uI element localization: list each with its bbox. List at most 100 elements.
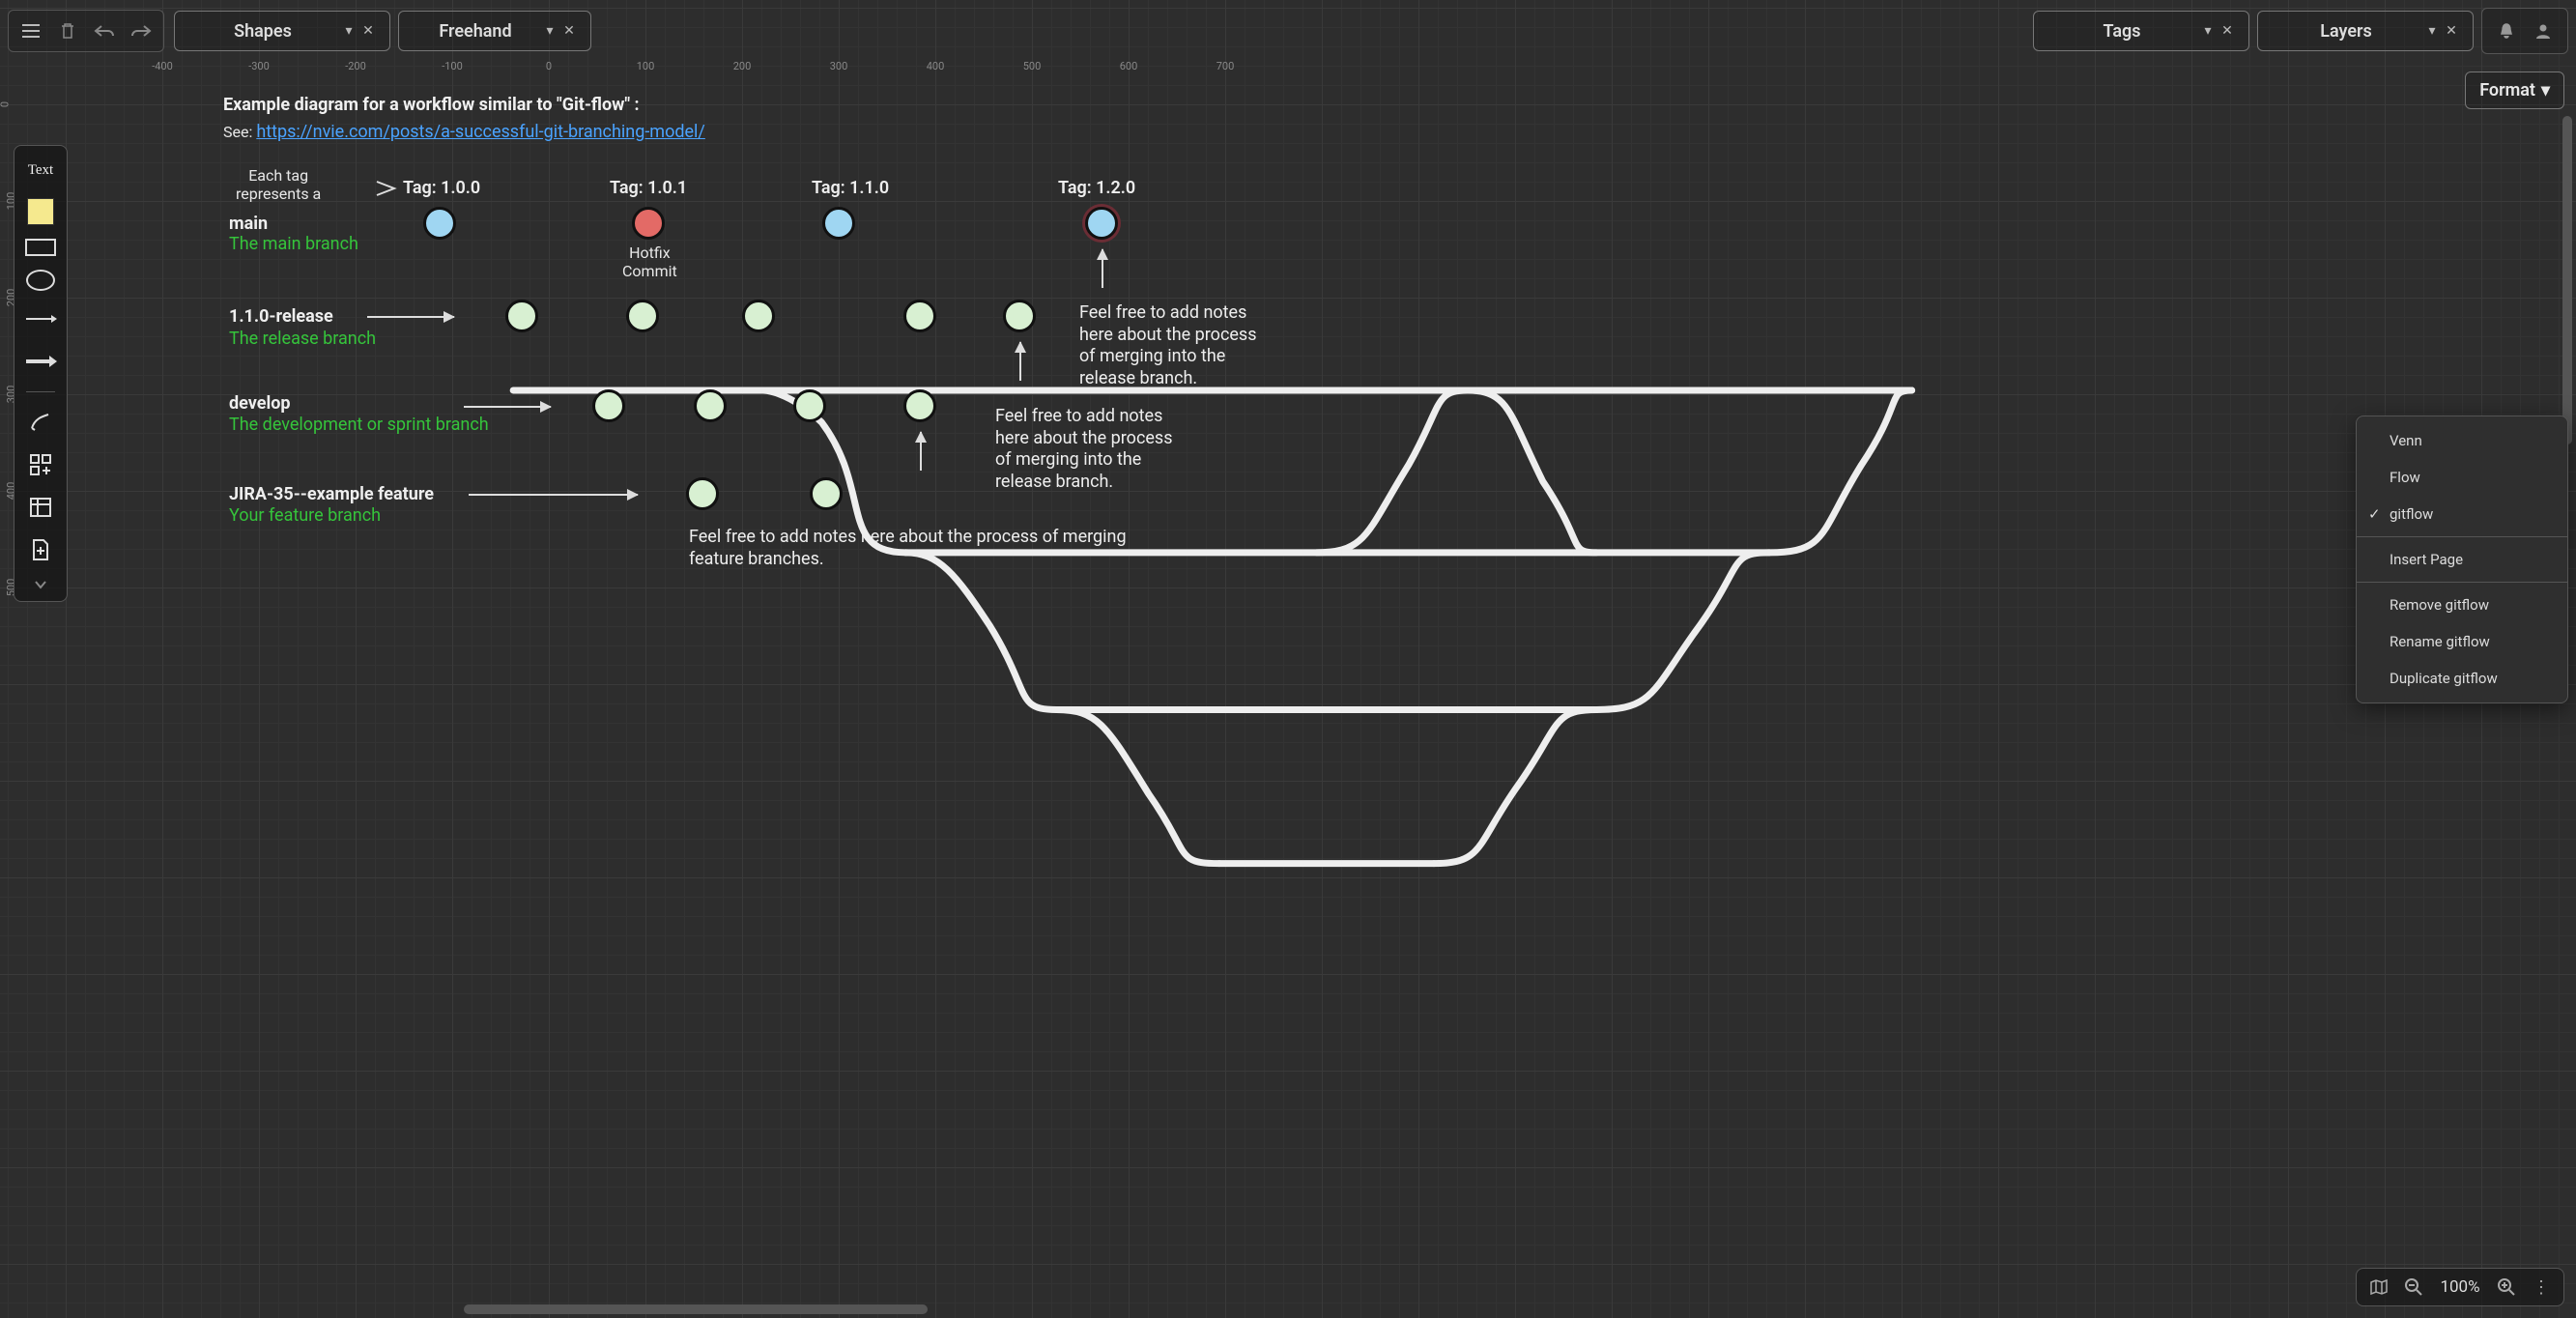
reference-link[interactable]: https://nvie.com/posts/a-successful-git-… [256, 122, 705, 142]
branch-feature-desc: Your feature branch [229, 505, 381, 526]
arrow-note-1 [1102, 249, 1103, 288]
chevron-down-icon: ▾ [540, 23, 559, 39]
format-button[interactable]: Format ▾ [2465, 72, 2564, 109]
arrow-thick-tool[interactable] [23, 347, 58, 376]
commit-hotfix[interactable] [632, 207, 665, 240]
tags-label: Tags [2046, 21, 2198, 42]
arrow-develop [464, 406, 551, 408]
branch-release-desc: The release branch [229, 329, 376, 349]
arrow-feature [469, 494, 638, 496]
branch-main-desc: The main branch [229, 234, 358, 254]
format-label: Format [2479, 80, 2535, 100]
bell-icon[interactable] [2488, 13, 2525, 49]
zoom-in-icon[interactable] [2494, 1275, 2519, 1300]
menu-divider [2357, 582, 2567, 583]
ruler-horizontal: -400 -300 -200 -100 0 100 200 300 400 50… [0, 60, 2576, 75]
chevron-down-icon: ▾ [2422, 23, 2442, 39]
close-icon[interactable]: ✕ [2218, 23, 2237, 39]
commit-develop-1[interactable] [592, 389, 625, 422]
table-tool[interactable] [23, 493, 58, 522]
hotfix-label: Hotfix Commit [622, 244, 677, 280]
menu-rename-page[interactable]: Rename gitflow [2357, 623, 2567, 660]
chevron-down-icon: ▾ [339, 23, 358, 39]
tag-note: Each tag represents a [236, 166, 321, 203]
chevron-down-icon: ▾ [2541, 80, 2550, 100]
tags-dropdown[interactable]: Tags ▾ ✕ [2033, 11, 2249, 51]
commit-main-3[interactable] [1085, 207, 1118, 240]
menu-item-gitflow[interactable]: gitflow [2357, 496, 2567, 532]
freehand-label: Freehand [411, 21, 540, 42]
vertical-scrollbar[interactable] [2562, 116, 2572, 444]
text-tool[interactable]: Text [23, 156, 58, 185]
top-toolbar: Shapes ▾ ✕ Freehand ▾ ✕ Tags ▾ ✕ Layers … [0, 0, 2576, 62]
commit-feature-2[interactable] [810, 477, 843, 510]
arrow-note-3 [920, 432, 922, 471]
branch-develop: develop [229, 393, 291, 414]
zoom-level[interactable]: 100% [2436, 1277, 2484, 1297]
branch-release: 1.1.0-release [229, 306, 333, 327]
new-page-tool[interactable] [23, 535, 58, 564]
menu-item-flow[interactable]: Flow [2357, 459, 2567, 496]
arrow-note-2 [1019, 342, 1021, 381]
map-icon[interactable] [2366, 1275, 2391, 1300]
open-arrow-icon [375, 180, 398, 201]
commit-release-1[interactable] [505, 300, 538, 332]
trash-icon[interactable] [49, 13, 86, 49]
layers-label: Layers [2270, 21, 2422, 42]
diagram-see-line: See: https://nvie.com/posts/a-successful… [223, 122, 705, 142]
user-icon[interactable] [2525, 13, 2562, 49]
branch-main: main [229, 214, 268, 234]
more-tools-chevron[interactable] [23, 578, 58, 591]
tag-1-1-0: Tag: 1.1.0 [812, 178, 889, 198]
commit-release-2[interactable] [626, 300, 659, 332]
commit-develop-2[interactable] [694, 389, 727, 422]
branch-develop-desc: The development or sprint branch [229, 415, 489, 435]
shapes-dropdown[interactable]: Shapes ▾ ✕ [174, 11, 390, 51]
ellipse-tool[interactable] [26, 270, 55, 291]
commit-develop-4[interactable] [903, 389, 936, 422]
tag-1-2-0: Tag: 1.2.0 [1058, 178, 1135, 198]
undo-icon[interactable] [86, 13, 123, 49]
commit-release-4[interactable] [903, 300, 936, 332]
more-icon[interactable]: ⋮ [2529, 1275, 2554, 1300]
arrow-release [367, 316, 454, 318]
tool-palette: Text [14, 145, 68, 602]
arrow-thin-tool[interactable] [23, 304, 58, 333]
menu-remove-page[interactable]: Remove gitflow [2357, 587, 2567, 623]
chevron-down-icon: ▾ [2198, 23, 2218, 39]
sticky-note-tool[interactable] [27, 198, 54, 225]
horizontal-scrollbar[interactable] [464, 1304, 928, 1314]
layers-dropdown[interactable]: Layers ▾ ✕ [2257, 11, 2474, 51]
commit-main-2[interactable] [822, 207, 855, 240]
shapes-label: Shapes [186, 21, 339, 42]
commit-develop-3[interactable] [793, 389, 826, 422]
freehand-dropdown[interactable]: Freehand ▾ ✕ [398, 11, 591, 51]
close-icon[interactable]: ✕ [2442, 23, 2461, 39]
commit-release-3[interactable] [742, 300, 775, 332]
page-context-menu: Venn Flow gitflow Insert Page Remove git… [2356, 415, 2568, 703]
menu-duplicate-page[interactable]: Duplicate gitflow [2357, 660, 2567, 697]
pen-tool[interactable] [23, 408, 58, 437]
note-release-1: Feel free to add notes here about the pr… [1079, 302, 1273, 389]
commit-feature-1[interactable] [686, 477, 719, 510]
see-label: See: [223, 123, 256, 141]
branch-feature: JIRA-35--example feature [229, 484, 434, 504]
tag-1-0-1: Tag: 1.0.1 [610, 178, 687, 198]
rectangle-tool[interactable] [25, 239, 56, 256]
note-release-2: Feel free to add notes here about the pr… [995, 406, 1188, 493]
close-icon[interactable]: ✕ [358, 23, 378, 39]
shapes-grid-tool[interactable] [23, 450, 58, 479]
diagram-title: Example diagram for a workflow similar t… [223, 95, 640, 115]
menu-divider [2357, 536, 2567, 537]
tag-1-0-0: Tag: 1.0.0 [403, 178, 480, 198]
commit-main-1[interactable] [423, 207, 456, 240]
zoom-toolbar: 100% ⋮ [2356, 1268, 2564, 1306]
close-icon[interactable]: ✕ [559, 23, 579, 39]
zoom-out-icon[interactable] [2401, 1275, 2426, 1300]
hamburger-icon[interactable] [13, 13, 49, 49]
redo-icon[interactable] [123, 13, 159, 49]
menu-insert-page[interactable]: Insert Page [2357, 541, 2567, 578]
note-feature: Feel free to add notes here about the pr… [689, 527, 1153, 570]
commit-release-5[interactable] [1003, 300, 1036, 332]
menu-item-venn[interactable]: Venn [2357, 422, 2567, 459]
